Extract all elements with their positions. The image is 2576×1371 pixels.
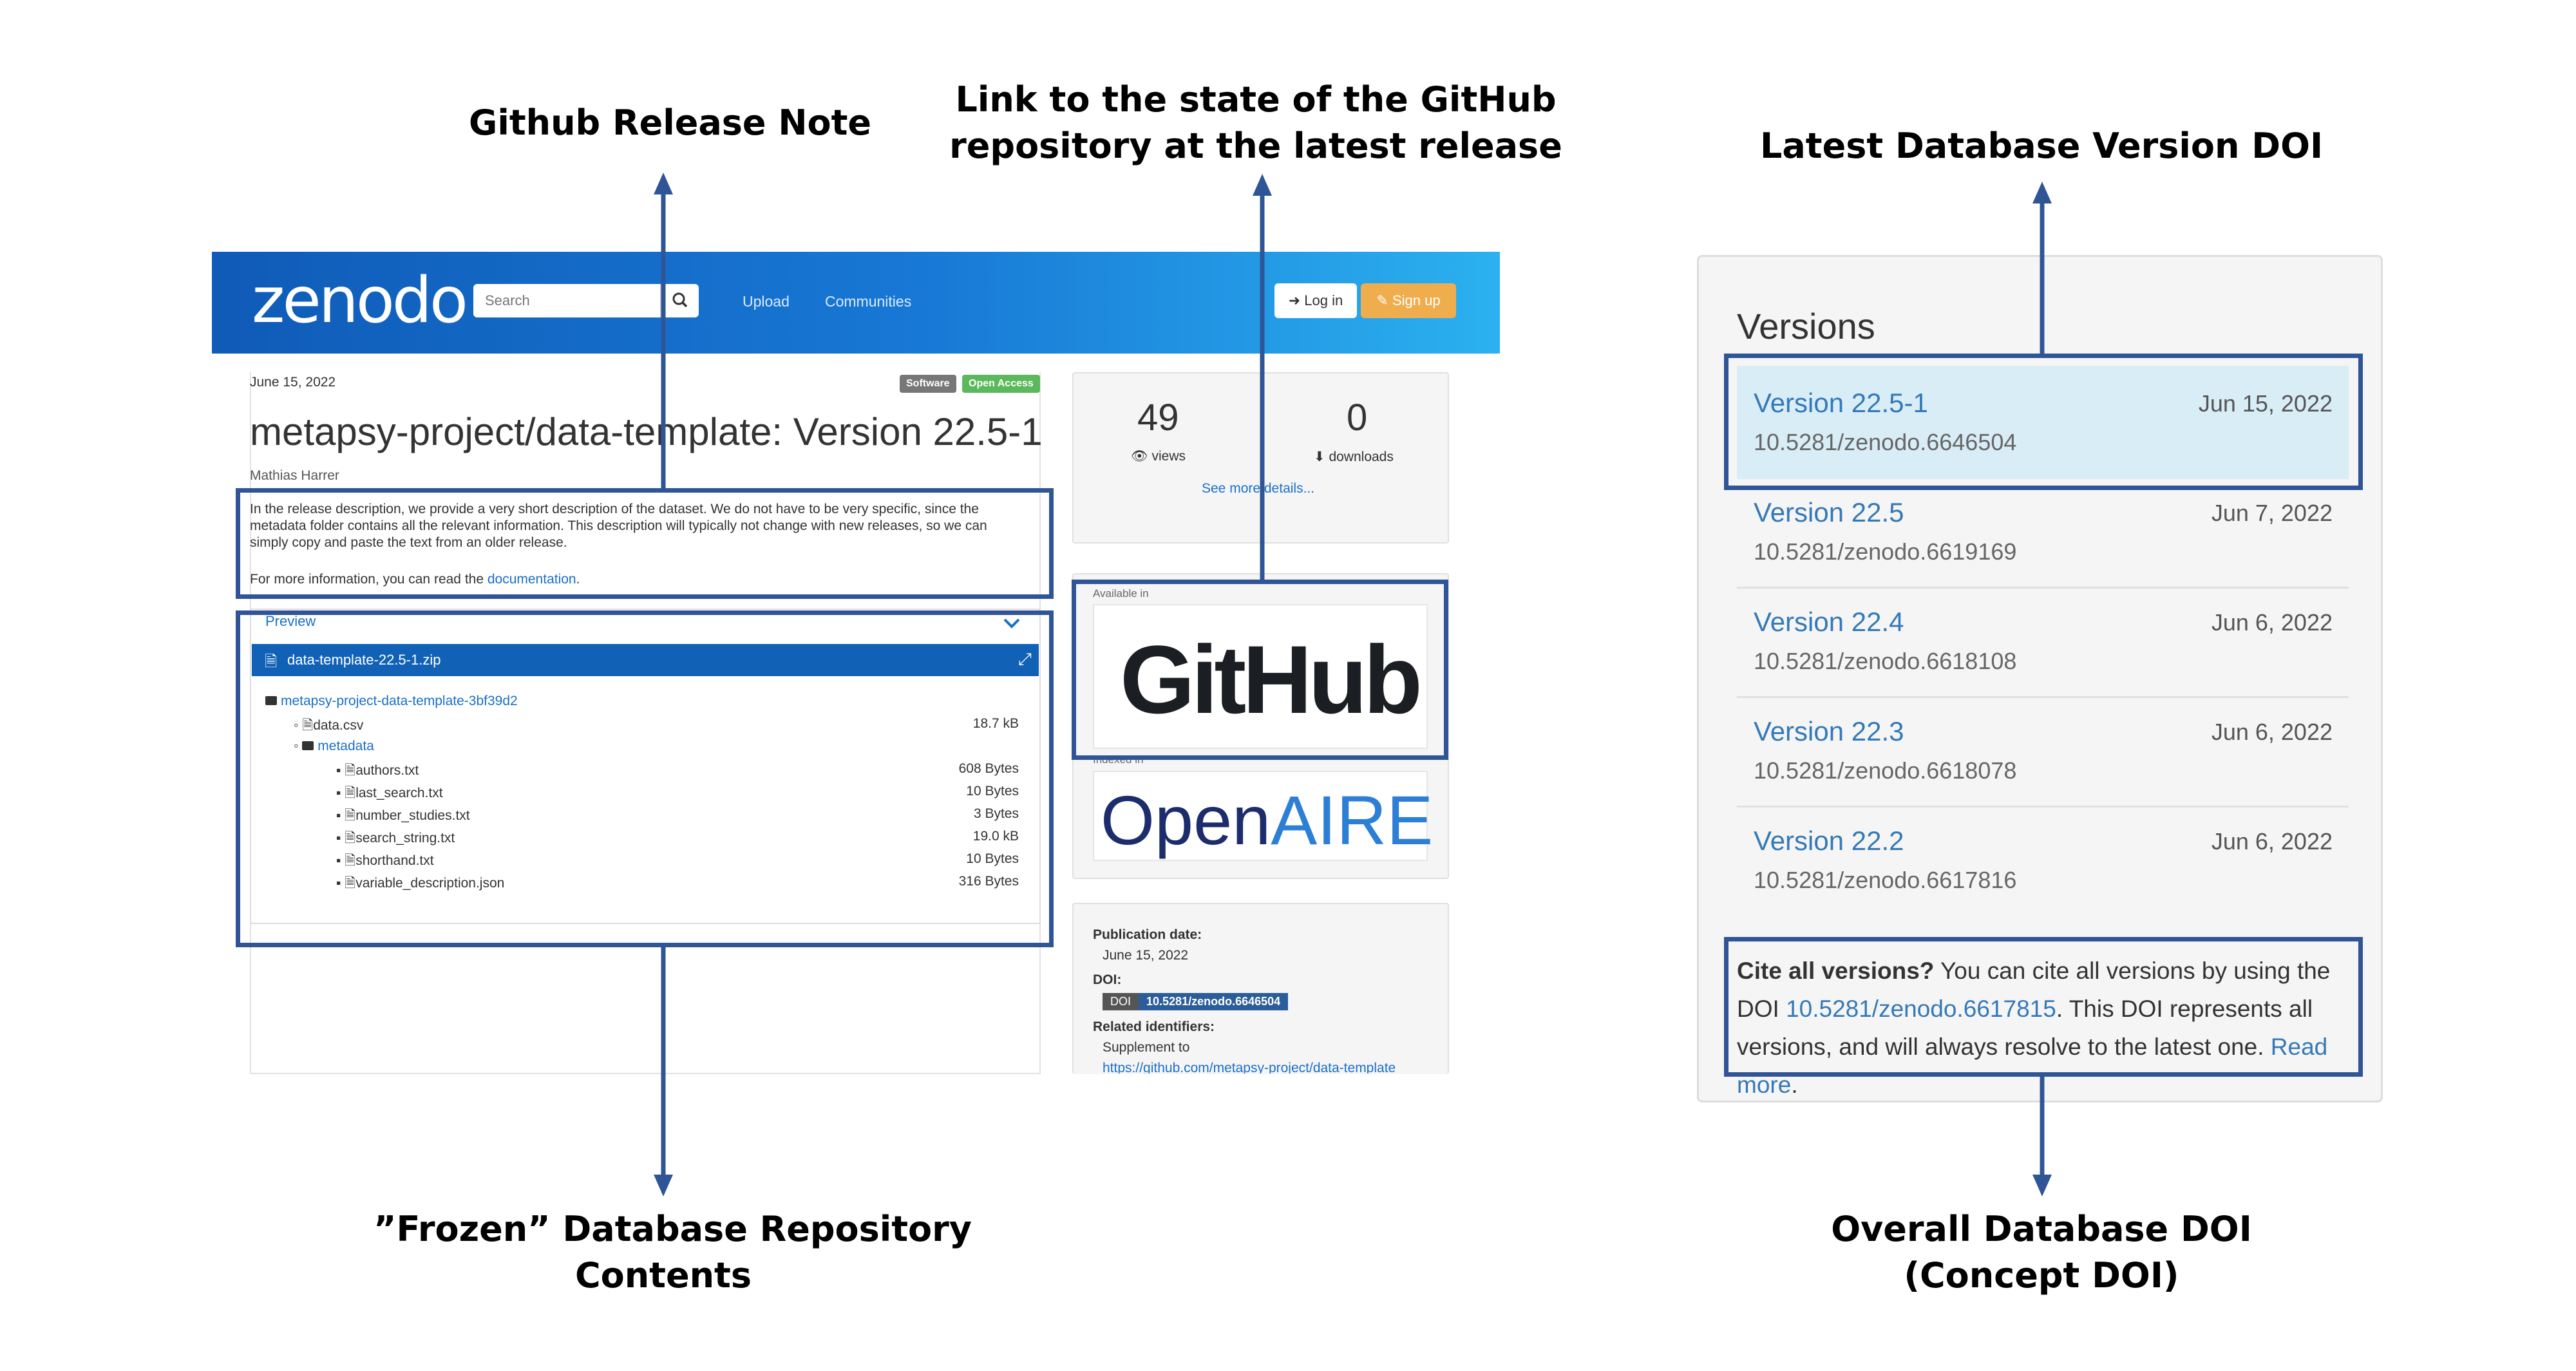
arrow-head-github	[1253, 174, 1272, 196]
annotation-arrows	[654, 173, 2052, 1196]
arrow-head-frozen	[654, 1175, 673, 1196]
arrow-head-concept-doi	[2032, 1175, 2052, 1196]
arrow-head-release-note	[654, 173, 673, 194]
arrow-head-latest-doi	[2032, 182, 2052, 203]
